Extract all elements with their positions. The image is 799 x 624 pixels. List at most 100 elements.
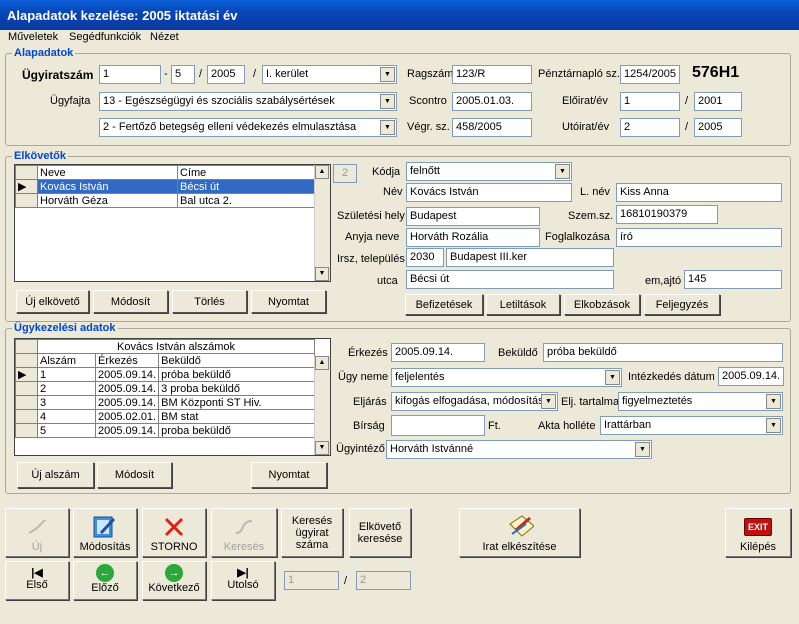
torles-button[interactable]: Törlés [172,290,247,313]
ugyiratszam-alszam-field[interactable]: 5 [171,65,195,84]
elkoveto-kereses-button[interactable]: Elkövető keresése [349,508,411,557]
elozo-label: Előző [91,582,119,594]
table-cell: BM stat [158,409,315,424]
chevron-down-icon[interactable]: ▼ [380,67,395,82]
table-row[interactable]: 2 2005.09.14. 3 proba beküldő [15,381,315,396]
scroll-up-icon[interactable]: ▲ [315,165,329,179]
scroll-up-icon[interactable]: ▲ [315,356,329,370]
column-header-alszam[interactable]: Alszám [37,353,96,368]
storno-button[interactable]: STORNO [142,508,206,557]
utolso-button[interactable]: ▶| Utolsó [211,561,275,600]
eloirat-ev-field[interactable]: 2001 [694,92,742,111]
chevron-down-icon[interactable]: ▼ [766,418,781,433]
iranyitoszam-field[interactable]: 2030 [406,248,444,267]
eloirat-field[interactable]: 1 [620,92,680,111]
penztarnaplo-field[interactable]: 1254/2005 [620,65,680,84]
utoirat-ev-field[interactable]: 2005 [694,118,742,137]
bekuldo-field[interactable]: próba beküldő [543,343,783,362]
table-cell: BM Központi ST Hiv. [158,395,315,410]
column-header-bekuldo[interactable]: Beküldő [158,353,315,368]
ugyintezo-value: Horváth Istvánné [390,443,474,455]
erkezes-field[interactable]: 2005.09.14. [391,343,485,362]
chevron-down-icon[interactable]: ▼ [380,120,395,135]
befizetesek-button[interactable]: Befizetések [405,294,483,315]
emelet-ajto-field[interactable]: 145 [684,270,782,289]
scontro-label: Scontro [409,95,447,107]
column-header-erkezes[interactable]: Érkezés [94,353,160,368]
column-header-neve[interactable]: Neve [37,165,178,180]
elozo-button[interactable]: ← Előző [73,561,137,600]
akta-hollete-select[interactable]: Irattárban ▼ [600,416,783,435]
modositas-button[interactable]: Módosítás [73,508,137,557]
table-row[interactable]: 5 2005.09.14. proba beküldő [15,423,315,438]
menu-nezet[interactable]: Nézet [150,31,179,43]
feljegyzes-button[interactable]: Feljegyzés [644,294,720,315]
uj-alszam-button[interactable]: Új alszám [17,462,94,488]
szemelyi-szam-field[interactable]: 16810190379 [616,205,718,224]
column-header-cime[interactable]: Címe [177,165,315,180]
chevron-down-icon[interactable]: ▼ [541,394,556,409]
nyomtat-elkoveto-button[interactable]: Nyomtat [251,290,326,313]
nev-field[interactable]: Kovács István [406,183,572,202]
modosit-elkoveto-button[interactable]: Módosít [93,290,168,313]
intezkedes-datum-field[interactable]: 2005.09.14. [718,367,784,386]
letiltasok-button[interactable]: Letiltások [486,294,560,315]
szuletesi-hely-label: Születési hely [337,210,405,222]
kilepes-button[interactable]: EXIT Kilépés [725,508,791,557]
irat-elkeszitese-button[interactable]: Irat elkészítése [459,508,580,557]
birsag-field[interactable] [391,415,485,436]
forint-label: Ft. [488,420,501,432]
lnev-field[interactable]: Kiss Anna [616,183,782,202]
scrollbar[interactable]: ▲ ▼ [314,356,330,455]
alszamok-grid[interactable]: Kovács István alszámok Alszám Érkezés Bekü… [14,338,331,456]
nyomtat-alszam-button[interactable]: Nyomtat [251,462,327,488]
table-row[interactable]: 3 2005.09.14. BM Központi ST Hiv. [15,395,315,410]
chevron-down-icon[interactable]: ▼ [605,370,620,385]
telepules-field[interactable]: Budapest III.ker [446,248,614,267]
utca-field[interactable]: Bécsi út [406,270,614,289]
kereses-ugyiratszam-button[interactable]: Keresés ügyirat száma [281,508,343,557]
scontro-field[interactable]: 2005.01.03. [452,92,532,111]
kerulet-select[interactable]: I. kerület ▼ [262,65,397,84]
eljaras-select[interactable]: kifogás elfogadása, módosítás ▼ [391,392,558,411]
anyja-neve-field[interactable]: Horváth Rozália [406,228,540,247]
chevron-down-icon[interactable]: ▼ [380,94,395,109]
uj-button[interactable]: Új [5,508,69,557]
table-row[interactable]: ▶ 1 2005.09.14. próba beküldő [15,367,315,382]
modosit-alszam-button[interactable]: Módosít [97,462,172,488]
scroll-down-icon[interactable]: ▼ [315,267,329,281]
eljaras-tartalma-value: figyelmeztetés [622,395,693,407]
utoirat-field[interactable]: 2 [620,118,680,137]
chevron-down-icon[interactable]: ▼ [635,442,650,457]
table-cell: 4 [37,409,96,424]
ugyintezo-select[interactable]: Horváth Istvánné ▼ [386,440,652,459]
kovetkezo-button[interactable]: → Következő [142,561,206,600]
ugyiratszam-ev-field[interactable]: 2005 [207,65,245,84]
chevron-down-icon[interactable]: ▼ [555,164,570,179]
row-header [15,165,38,180]
menu-segedfunkciok[interactable]: Segédfunkciók [69,31,141,43]
ugyfajta-alkategoria-select[interactable]: 2 - Fertőző betegség elleni védekezés el… [99,118,397,137]
table-row[interactable]: Horváth Géza Bal utca 2. [15,193,315,208]
foglalkozasa-field[interactable]: író [616,228,782,247]
elkobzasok-button[interactable]: Elkobzások [564,294,640,315]
scroll-down-icon[interactable]: ▼ [315,441,329,455]
table-row[interactable]: ▶ Kovács István Bécsi út [15,179,315,194]
ugyfajta-select[interactable]: 13 - Egészségügyi és szociális szabálysé… [99,92,397,111]
elso-button[interactable]: |◀ Első [5,561,69,600]
kodja-select[interactable]: felnőtt ▼ [406,162,572,181]
chevron-down-icon[interactable]: ▼ [766,394,781,409]
uj-elkoveto-button[interactable]: Új elkövető [16,290,89,313]
ugy-neme-select[interactable]: feljelentés ▼ [391,368,622,387]
eljaras-tartalma-select[interactable]: figyelmeztetés ▼ [618,392,783,411]
elkovetok-grid[interactable]: Neve Címe ▶ Kovács István Bécsi út Horváth … [14,164,331,282]
eljaras-tartalma-label: Elj. tartalma [561,396,620,408]
ugyiratszam-field[interactable]: 1 [99,65,161,84]
vegrehajtasi-field[interactable]: 458/2005 [452,118,532,137]
ragszam-field[interactable]: 123/R [452,65,532,84]
kereses-button[interactable]: Keresés [211,508,277,557]
szuletesi-hely-field[interactable]: Budapest [406,207,540,226]
scrollbar[interactable]: ▲ ▼ [314,165,330,281]
table-row[interactable]: 4 2005.02.01. BM stat [15,409,315,424]
menu-muveletek[interactable]: Műveletek [8,31,58,43]
